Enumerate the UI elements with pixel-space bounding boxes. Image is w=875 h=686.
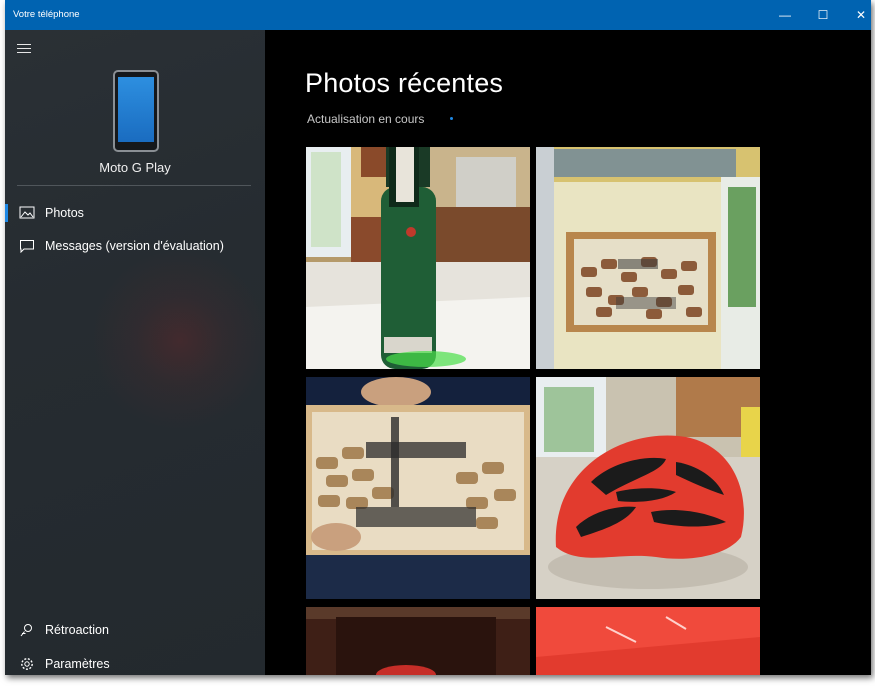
phone-device-icon: [113, 70, 159, 152]
hamburger-menu-icon[interactable]: [17, 44, 31, 56]
main-content: Photos récentes Actualisation en cours: [265, 30, 871, 675]
sidebar-item-photos[interactable]: Photos: [5, 198, 265, 228]
photo-champagne-bottle[interactable]: [306, 147, 530, 369]
minimize-button[interactable]: —: [765, 0, 805, 30]
refresh-status: Actualisation en cours: [307, 112, 425, 126]
sidebar-divider: [17, 185, 251, 186]
title-bar[interactable]: Votre téléphone — ☐ ✕: [5, 0, 871, 30]
sidebar: Moto G Play Photos Messages (version d'é…: [5, 30, 265, 675]
photo-cork-frame-wall[interactable]: [536, 147, 760, 369]
sidebar-item-label: Photos: [45, 206, 84, 220]
photo-cork-frame-held[interactable]: [306, 377, 530, 599]
sidebar-item-label: Messages (version d'évaluation): [45, 239, 224, 253]
window-title: Votre téléphone: [13, 9, 80, 20]
photos-icon: [19, 206, 35, 219]
photo-dark-interior[interactable]: [306, 607, 530, 675]
sidebar-item-feedback[interactable]: Rétroaction: [5, 615, 265, 645]
message-icon: [20, 240, 34, 253]
sidebar-item-settings[interactable]: Paramètres: [5, 649, 265, 675]
photo-red-surface[interactable]: [536, 607, 760, 675]
sidebar-item-label: Paramètres: [45, 657, 110, 671]
loading-indicator: [450, 117, 453, 120]
app-window: Votre téléphone — ☐ ✕ Moto G Play Photos…: [5, 0, 871, 675]
maximize-button[interactable]: ☐: [803, 0, 843, 30]
feedback-icon: [20, 624, 32, 637]
gear-icon: [21, 658, 33, 670]
page-title: Photos récentes: [305, 68, 504, 98]
sidebar-item-label: Rétroaction: [45, 623, 109, 637]
photo-red-bike-helmet[interactable]: [536, 377, 760, 599]
device-name: Moto G Play: [99, 160, 171, 175]
sidebar-item-messages[interactable]: Messages (version d'évaluation): [5, 231, 265, 261]
close-button[interactable]: ✕: [841, 0, 871, 30]
